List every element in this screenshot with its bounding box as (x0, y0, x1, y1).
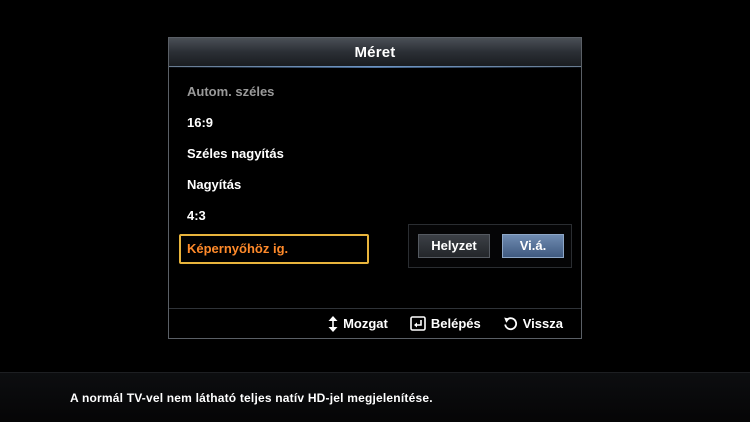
screen-fit-subpanel: Helyzet Vi.á. (408, 224, 572, 268)
footer-return: Vissza (503, 316, 563, 331)
footer-move: Mozgat (328, 315, 388, 332)
option-wide-zoom[interactable]: Széles nagyítás (179, 138, 369, 169)
return-icon (503, 316, 518, 331)
info-bar: A normál TV-vel nem látható teljes natív… (0, 372, 750, 422)
info-text: A normál TV-vel nem látható teljes natív… (70, 391, 433, 405)
option-auto-wide: Autom. széles (187, 84, 275, 99)
footer-move-label: Mozgat (343, 316, 388, 331)
footer-return-label: Vissza (522, 316, 563, 331)
enter-icon (410, 316, 426, 331)
dialog-header: Méret (169, 38, 581, 68)
size-dialog: Méret Autom. széles 16:9 Széles nagyítás… (168, 37, 582, 339)
option-4-3[interactable]: 4:3 (179, 200, 369, 231)
option-16-9[interactable]: 16:9 (179, 107, 369, 138)
reset-button[interactable]: Vi.á. (502, 234, 564, 258)
footer-enter: Belépés (410, 316, 481, 331)
position-button[interactable]: Helyzet (418, 234, 490, 258)
updown-arrows-icon (328, 315, 338, 332)
option-zoom[interactable]: Nagyítás (179, 169, 369, 200)
dialog-title: Méret (354, 43, 396, 61)
size-option-list: Autom. széles 16:9 Széles nagyítás Nagyí… (179, 76, 369, 264)
dialog-footer: Mozgat Belépés Vissza (169, 308, 581, 338)
tv-screen: Méret Autom. széles 16:9 Széles nagyítás… (0, 0, 750, 422)
footer-enter-label: Belépés (430, 316, 481, 331)
option-screen-fit[interactable]: Képernyőhöz ig. (179, 234, 369, 264)
